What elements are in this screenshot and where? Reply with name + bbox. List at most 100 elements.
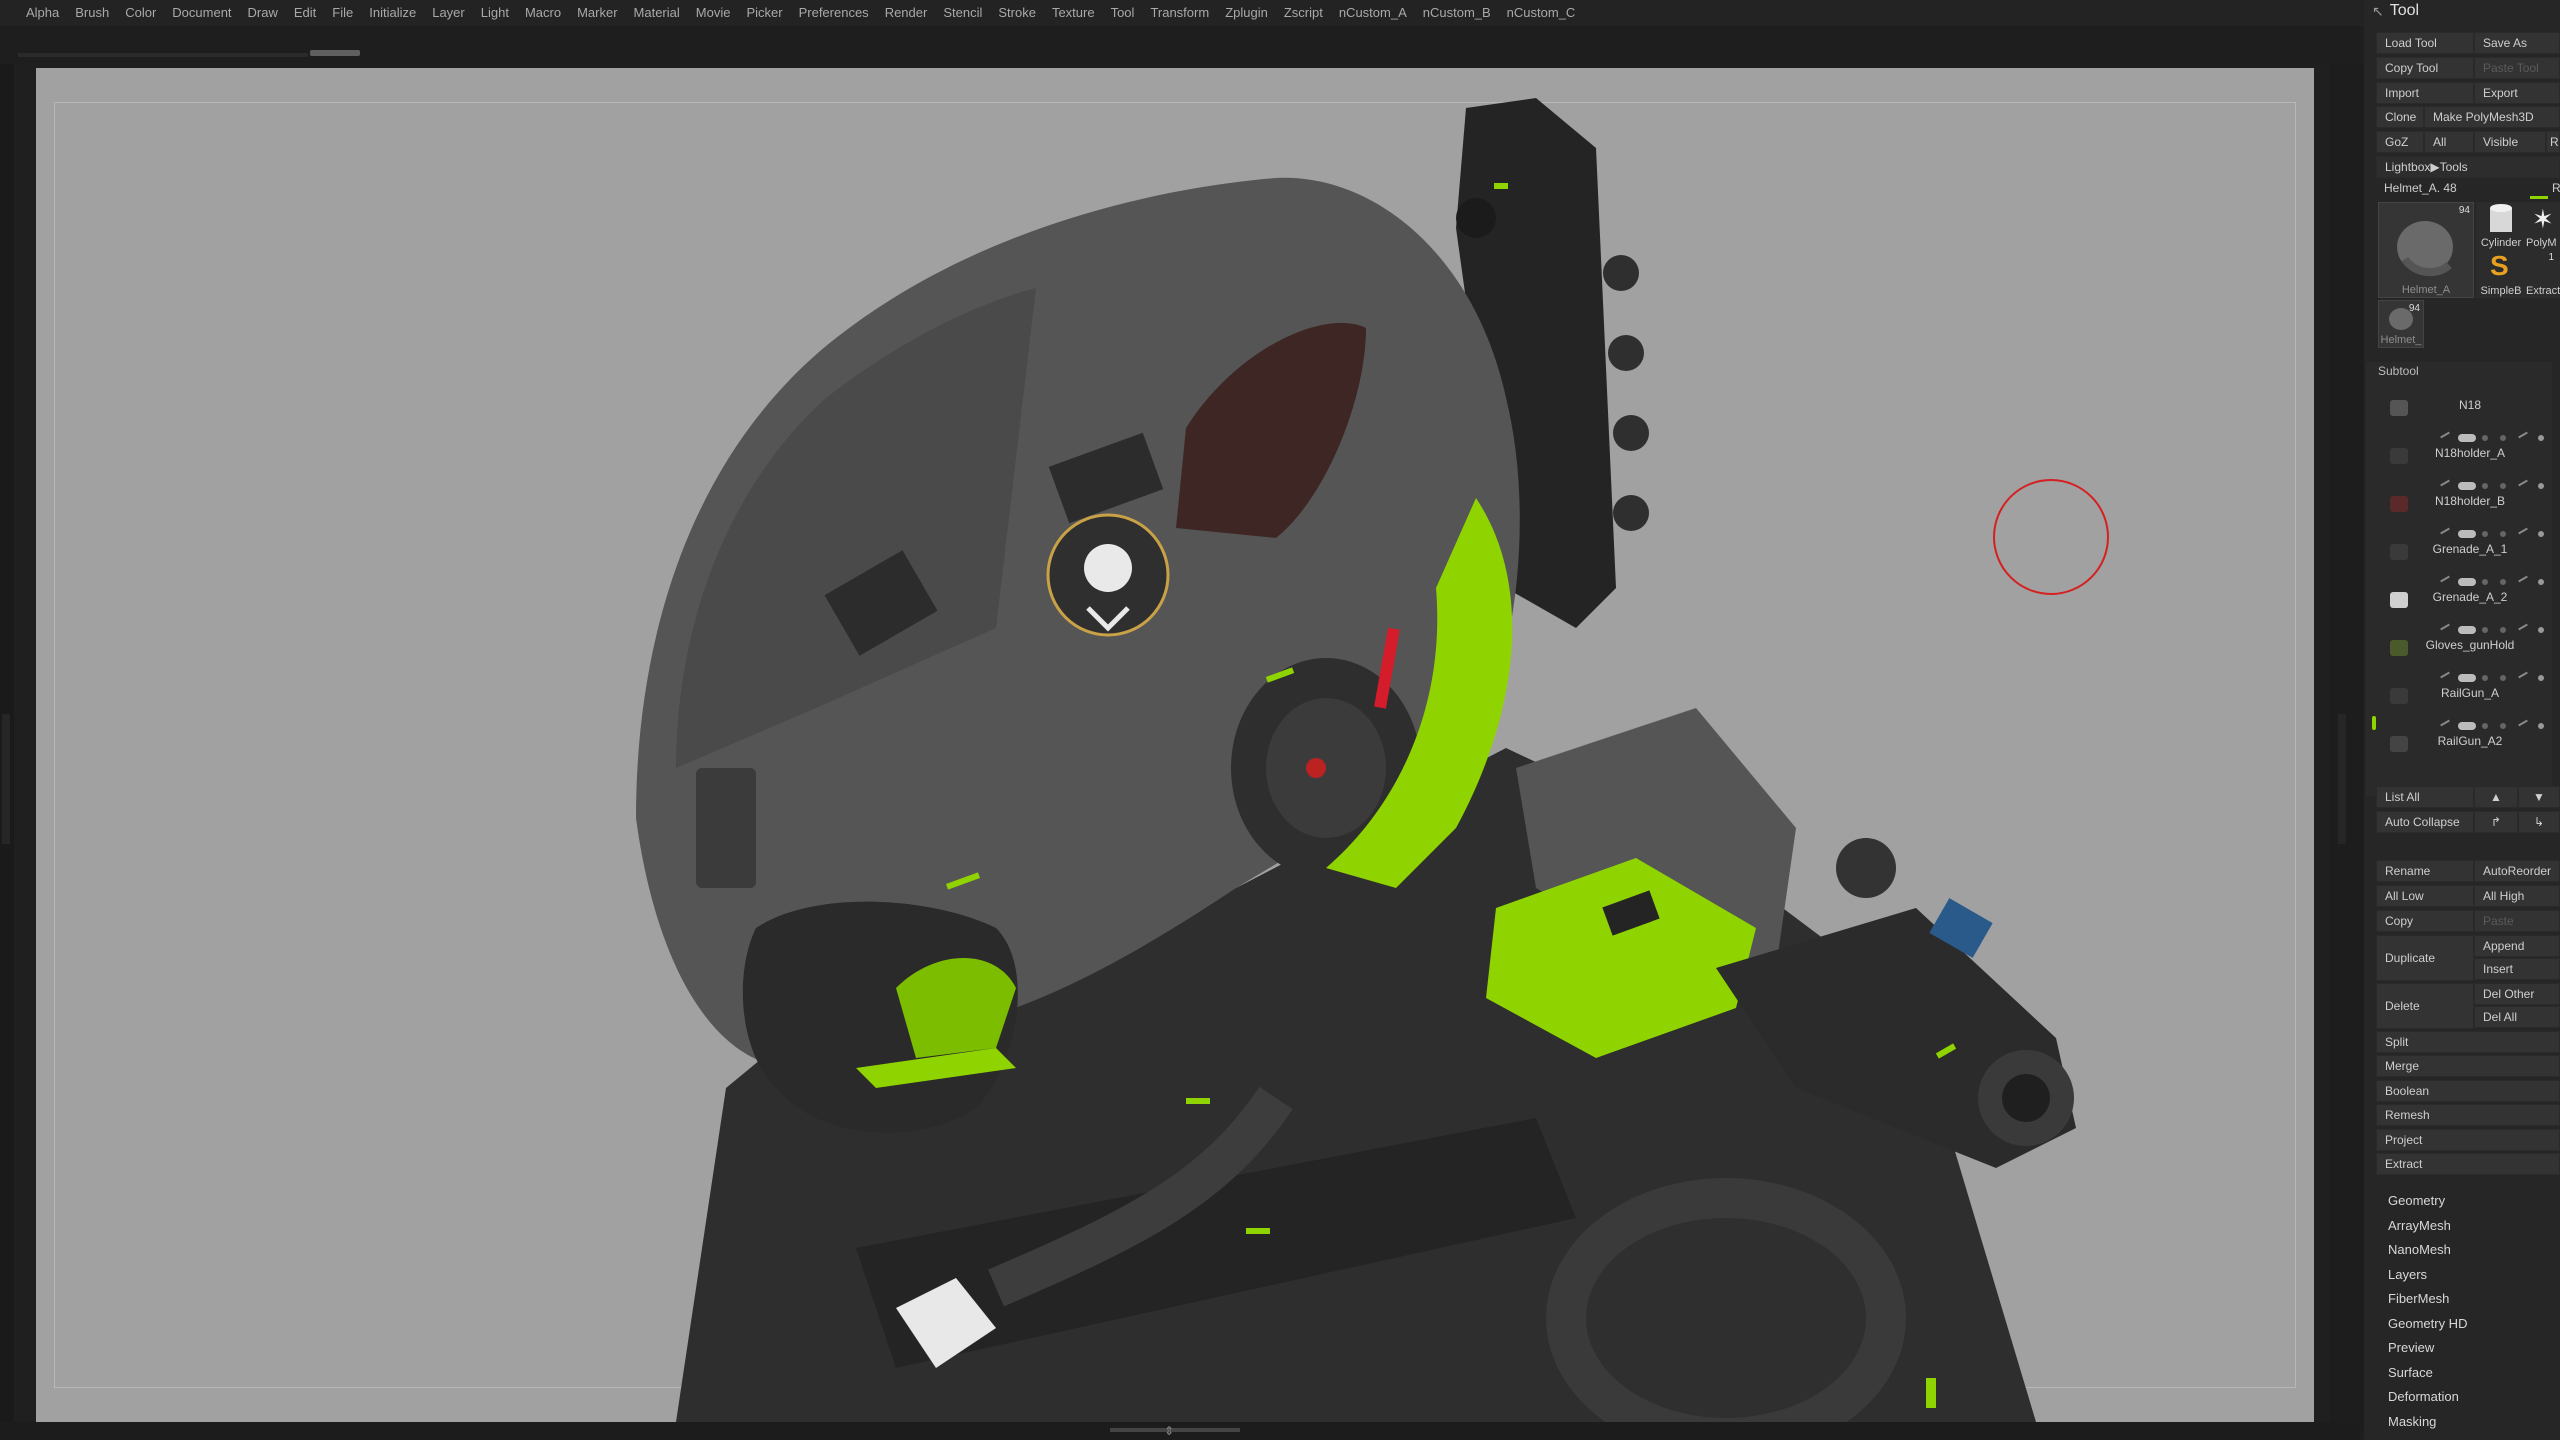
menu-transform[interactable]: Transform	[1142, 0, 1217, 26]
auto-collapse-button[interactable]: Auto Collapse	[2376, 811, 2474, 833]
tool-thumb-helmet-small[interactable]: 94 Helmet_	[2378, 300, 2424, 348]
eye-icon[interactable]	[2538, 675, 2544, 681]
merge-button[interactable]: Merge	[2376, 1055, 2560, 1077]
delete-button[interactable]: Delete	[2376, 983, 2474, 1029]
paste-tool-button[interactable]: Paste Tool	[2474, 57, 2560, 79]
menu-render[interactable]: Render	[877, 0, 936, 26]
shelf-scroll-handle[interactable]	[310, 50, 360, 56]
tool-thumb-helmet[interactable]: 94 Helmet_A	[2378, 202, 2474, 298]
subtool-visibility-controls[interactable]	[2440, 431, 2552, 444]
submenu-masking[interactable]: Masking	[2388, 1414, 2436, 1429]
bottom-tray-handle[interactable]	[1110, 1428, 1240, 1432]
menu-picker[interactable]: Picker	[738, 0, 790, 26]
menu-brush[interactable]: Brush	[67, 0, 117, 26]
menu-zscript[interactable]: Zscript	[1276, 0, 1331, 26]
submenu-nanomesh[interactable]: NanoMesh	[2388, 1242, 2451, 1257]
pencil-icon[interactable]	[2518, 623, 2528, 631]
submenu-fibermesh[interactable]: FiberMesh	[2388, 1291, 2449, 1306]
move-down-icon[interactable]: ↳	[2518, 811, 2560, 833]
boolean-button[interactable]: Boolean	[2376, 1080, 2560, 1102]
chevron-up-down-icon[interactable]: ⇕	[1164, 1422, 1174, 1440]
menu-preferences[interactable]: Preferences	[791, 0, 877, 26]
extract-button[interactable]: Extract	[2376, 1153, 2560, 1175]
rename-button[interactable]: Rename	[2376, 860, 2474, 882]
brush-icon[interactable]	[2440, 479, 2450, 487]
polypaint-icon[interactable]	[2482, 483, 2488, 489]
left-tray-grip[interactable]	[2, 714, 10, 844]
solo-icon[interactable]	[2500, 531, 2506, 537]
document-canvas[interactable]	[36, 68, 2314, 1422]
project-button[interactable]: Project	[2376, 1129, 2560, 1151]
subtool-row[interactable]: N18	[2366, 374, 2552, 423]
arrow-down-icon[interactable]: ▼	[2518, 786, 2560, 808]
all-high-button[interactable]: All High	[2474, 885, 2560, 907]
subtool-row[interactable]: Grenade_A_2	[2366, 566, 2552, 615]
toggle-icon[interactable]	[2458, 722, 2476, 730]
menu-movie[interactable]: Movie	[688, 0, 739, 26]
polypaint-icon[interactable]	[2482, 435, 2488, 441]
del-all-button[interactable]: Del All	[2474, 1006, 2560, 1028]
right-tray[interactable]	[2330, 64, 2364, 1430]
brush-icon[interactable]	[2440, 671, 2450, 679]
append-button[interactable]: Append	[2474, 935, 2560, 957]
right-tray-grip[interactable]	[2338, 714, 2346, 844]
subtool-row[interactable]: Gloves_gunHold	[2366, 614, 2552, 663]
goz-button[interactable]: GoZ	[2376, 131, 2424, 153]
menu-stencil[interactable]: Stencil	[935, 0, 990, 26]
polypaint-icon[interactable]	[2482, 675, 2488, 681]
goz-visible-button[interactable]: Visible	[2474, 131, 2546, 153]
load-tool-button[interactable]: Load Tool	[2376, 32, 2474, 54]
brush-icon[interactable]	[2440, 527, 2450, 535]
tool-palette-header[interactable]: ↖ Tool	[2364, 0, 2560, 22]
pencil-icon[interactable]	[2518, 671, 2528, 679]
menu-file[interactable]: File	[324, 0, 361, 26]
menu-stroke[interactable]: Stroke	[990, 0, 1044, 26]
eye-icon[interactable]	[2538, 723, 2544, 729]
pencil-icon[interactable]	[2518, 575, 2528, 583]
eye-icon[interactable]	[2538, 435, 2544, 441]
menu-color[interactable]: Color	[117, 0, 164, 26]
pin-icon[interactable]: ↖	[2372, 3, 2384, 20]
eye-icon[interactable]	[2538, 531, 2544, 537]
polypaint-icon[interactable]	[2482, 723, 2488, 729]
insert-button[interactable]: Insert	[2474, 958, 2560, 980]
menu-material[interactable]: Material	[626, 0, 688, 26]
solo-icon[interactable]	[2500, 723, 2506, 729]
solo-icon[interactable]	[2500, 435, 2506, 441]
subtool-visibility-controls[interactable]	[2440, 719, 2552, 732]
save-as-button[interactable]: Save As	[2474, 32, 2560, 54]
subtool-row[interactable]: N18holder_B	[2366, 470, 2552, 519]
subtool-visibility-controls[interactable]	[2440, 527, 2552, 540]
menu-texture[interactable]: Texture	[1044, 0, 1103, 26]
paste-subtool-button[interactable]: Paste	[2474, 910, 2560, 932]
polypaint-icon[interactable]	[2482, 627, 2488, 633]
subtool-row[interactable]: N18holder_A	[2366, 422, 2552, 471]
list-all-button[interactable]: List All	[2376, 786, 2474, 808]
subtool-visibility-controls[interactable]	[2440, 671, 2552, 684]
subtool-visibility-controls[interactable]	[2440, 575, 2552, 588]
tool-thumb-cylinder[interactable]: Cylinder	[2476, 202, 2526, 250]
move-up-icon[interactable]: ↱	[2474, 811, 2518, 833]
toggle-icon[interactable]	[2458, 434, 2476, 442]
menu-draw[interactable]: Draw	[240, 0, 286, 26]
split-button[interactable]: Split	[2376, 1031, 2560, 1053]
submenu-geometry[interactable]: Geometry	[2388, 1193, 2445, 1208]
eye-icon[interactable]	[2538, 579, 2544, 585]
lightbox-tools-button[interactable]: Lightbox▶Tools	[2376, 156, 2560, 178]
toggle-icon[interactable]	[2458, 530, 2476, 538]
auto-reorder-button[interactable]: AutoReorder	[2474, 860, 2560, 882]
goz-r-button[interactable]: R	[2546, 131, 2560, 153]
tool-thumb-simplebrush[interactable]: S SimpleB	[2476, 250, 2526, 298]
menu-ncustom-b[interactable]: nCustom_B	[1415, 0, 1499, 26]
solo-icon[interactable]	[2500, 675, 2506, 681]
menu-ncustom-c[interactable]: nCustom_C	[1499, 0, 1584, 26]
subtool-row[interactable]: Grenade_A_1	[2366, 518, 2552, 567]
solo-icon[interactable]	[2500, 483, 2506, 489]
copy-tool-button[interactable]: Copy Tool	[2376, 57, 2474, 79]
goz-all-button[interactable]: All	[2424, 131, 2474, 153]
menu-marker[interactable]: Marker	[569, 0, 625, 26]
submenu-layers[interactable]: Layers	[2388, 1267, 2427, 1282]
menu-document[interactable]: Document	[164, 0, 239, 26]
export-button[interactable]: Export	[2474, 82, 2560, 104]
copy-subtool-button[interactable]: Copy	[2376, 910, 2474, 932]
